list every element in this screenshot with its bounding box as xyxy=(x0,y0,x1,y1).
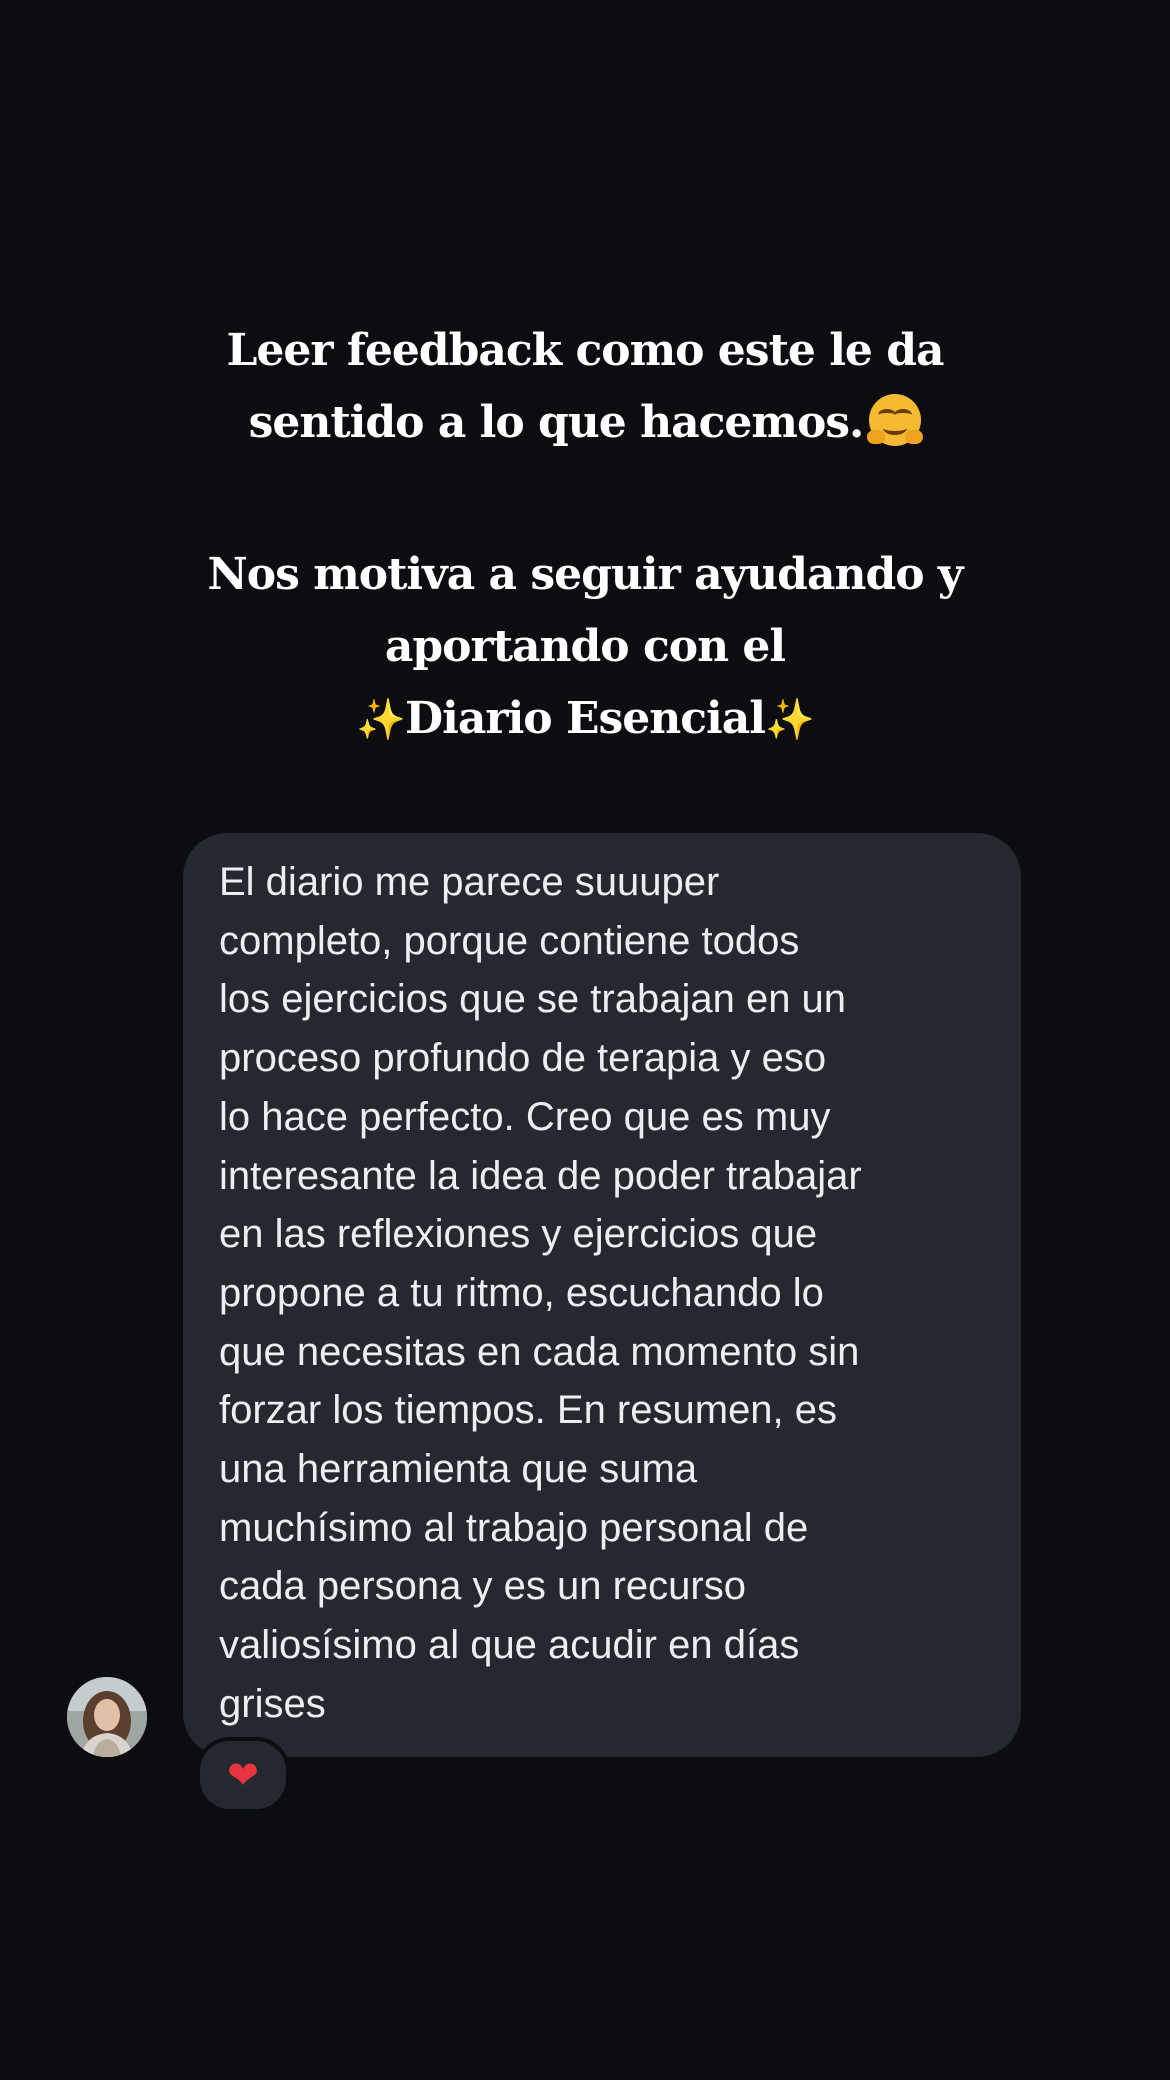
message-bubble[interactable]: El diario me parece suuuper completo, po… xyxy=(183,833,1021,1757)
caption-line-4-text: aportando con el xyxy=(384,621,786,672)
caption-line-1: Leer feedback como este le da xyxy=(0,315,1170,387)
caption-line-3: Nos motiva a seguir ayudando y xyxy=(0,539,1170,611)
caption-line-3-text: Nos motiva a seguir ayudando y xyxy=(207,549,964,600)
sender-avatar[interactable] xyxy=(67,1677,147,1757)
heart-reaction[interactable]: ❤ xyxy=(196,1737,290,1813)
avatar-photo xyxy=(67,1677,147,1757)
sparkles-icon-right: ✨ xyxy=(764,697,815,743)
caption-line-2-text: sentido a lo que hacemos. xyxy=(248,397,865,448)
product-name: Diario Esencial xyxy=(405,693,766,744)
caption-line-1-text: Leer feedback como este le da xyxy=(226,325,944,376)
caption-line-5: ✨Diario Esencial✨ xyxy=(0,683,1170,756)
caption-line-2: sentido a lo que hacemos. xyxy=(0,387,1170,459)
hugging-face-icon xyxy=(867,394,924,446)
heart-icon: ❤ xyxy=(227,1753,259,1797)
caption-line-4: aportando con el xyxy=(0,611,1170,683)
sparkles-icon-left: ✨ xyxy=(356,697,406,743)
message-text: El diario me parece suuuper completo, po… xyxy=(219,860,862,1726)
